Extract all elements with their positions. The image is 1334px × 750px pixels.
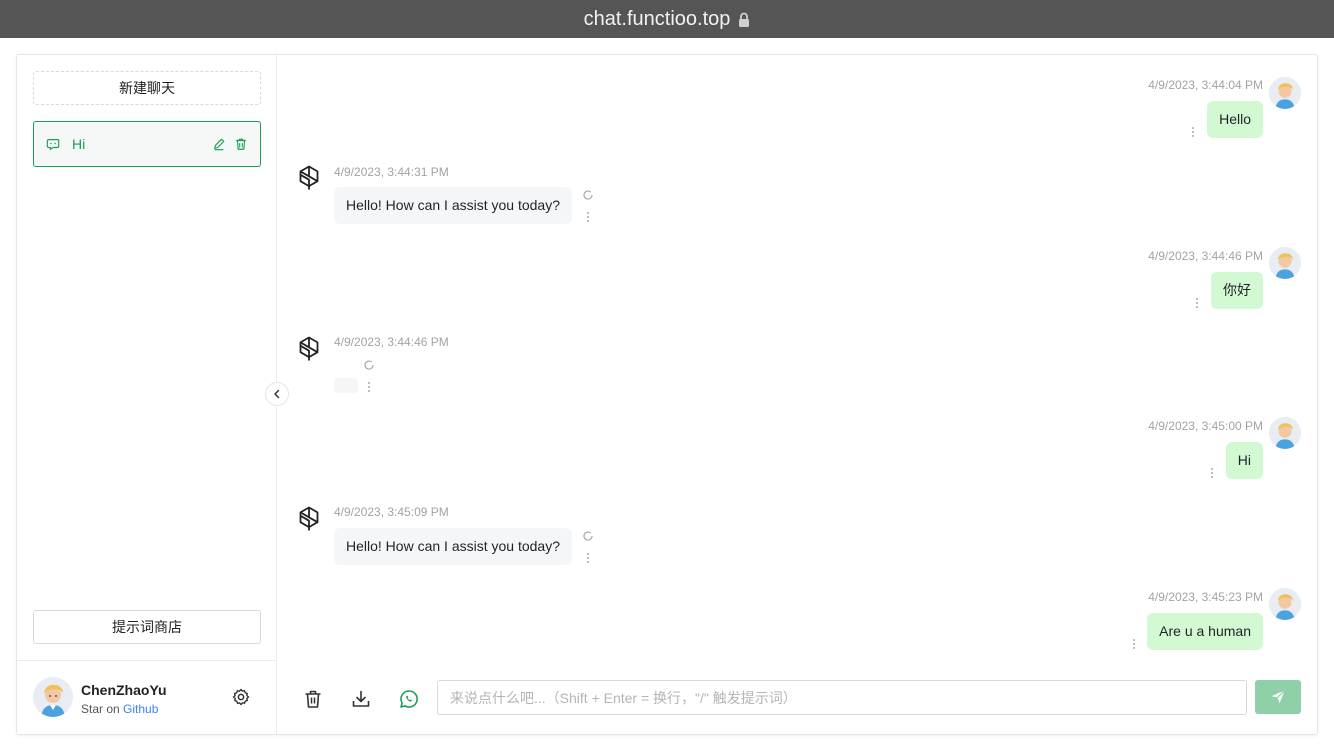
message-bubble: Hello bbox=[1207, 101, 1263, 138]
new-chat-button[interactable]: 新建聊天 bbox=[33, 71, 261, 105]
message-bubble: Are u a human bbox=[1147, 613, 1263, 650]
message-timestamp: 4/9/2023, 3:44:31 PM bbox=[334, 165, 449, 179]
message-timestamp: 4/9/2023, 3:44:46 PM bbox=[1148, 249, 1263, 263]
message-timestamp: 4/9/2023, 3:45:00 PM bbox=[1148, 419, 1263, 433]
browser-url: chat.functioo.top bbox=[583, 7, 731, 30]
message-bubble: Hi bbox=[1225, 442, 1263, 479]
message-bubble: Hello! How can I assist you today? bbox=[334, 187, 572, 224]
message-user: Hello bbox=[1207, 101, 1263, 138]
user-avatar bbox=[1269, 417, 1301, 449]
more-vertical-icon[interactable] bbox=[1132, 638, 1136, 650]
gear-icon[interactable] bbox=[231, 687, 251, 707]
collapse-sidebar-button[interactable] bbox=[265, 382, 289, 406]
user-name: ChenZhaoYu bbox=[81, 682, 167, 698]
chevron-left-icon bbox=[274, 389, 280, 399]
chat-app-window: 新建聊天 Hi 提示词商店 ChenZhaoYu Star on Github … bbox=[16, 54, 1318, 735]
message-timestamp: 4/9/2023, 3:45:09 PM bbox=[334, 505, 449, 519]
more-vertical-icon[interactable] bbox=[586, 552, 590, 564]
user-subtitle: Star on Github bbox=[81, 702, 158, 716]
send-icon bbox=[1271, 690, 1285, 704]
download-icon[interactable] bbox=[350, 688, 372, 710]
chat-input-bar bbox=[277, 672, 1317, 734]
openai-logo-icon bbox=[299, 336, 319, 361]
message-icon bbox=[46, 139, 60, 151]
avatar-illustration bbox=[33, 677, 73, 717]
refresh-icon[interactable] bbox=[582, 189, 594, 201]
openai-logo-icon bbox=[299, 165, 319, 190]
chat-main: 4/9/2023, 3:44:04 PM Hello 4/9/2023, 3:4… bbox=[277, 55, 1317, 734]
message-bubble: Hello! How can I assist you today? bbox=[334, 528, 572, 565]
github-link[interactable]: Github bbox=[123, 702, 158, 716]
message-timestamp: 4/9/2023, 3:45:23 PM bbox=[1148, 590, 1263, 604]
more-vertical-icon[interactable] bbox=[367, 381, 371, 393]
refresh-icon[interactable] bbox=[363, 359, 375, 371]
browser-address-bar: chat.functioo.top bbox=[0, 0, 1334, 38]
more-vertical-icon[interactable] bbox=[586, 211, 590, 223]
message-timestamp: 4/9/2023, 3:44:46 PM bbox=[334, 335, 449, 349]
message-bubble: 你好 bbox=[1211, 272, 1263, 309]
more-vertical-icon[interactable] bbox=[1195, 297, 1199, 309]
user-avatar bbox=[1269, 588, 1301, 620]
refresh-icon[interactable] bbox=[582, 530, 594, 542]
chat-message-input[interactable] bbox=[437, 680, 1247, 715]
openai-logo-icon bbox=[299, 506, 319, 531]
user-subtitle-prefix: Star on bbox=[81, 702, 120, 716]
message-user: Are u a human bbox=[1147, 613, 1263, 650]
sidebar: 新建聊天 Hi 提示词商店 ChenZhaoYu Star on Github bbox=[17, 55, 277, 734]
edit-icon[interactable] bbox=[212, 137, 226, 151]
lock-icon bbox=[739, 12, 750, 27]
sidebar-footer: ChenZhaoYu Star on Github bbox=[17, 660, 277, 734]
message-user: Hi bbox=[1225, 442, 1263, 479]
user-avatar bbox=[1269, 247, 1301, 279]
more-vertical-icon[interactable] bbox=[1191, 126, 1195, 138]
more-vertical-icon[interactable] bbox=[1210, 467, 1214, 479]
send-button[interactable] bbox=[1255, 680, 1301, 714]
message-assistant: Hello! How can I assist you today? bbox=[334, 528, 572, 565]
message-assistant: Hello! How can I assist you today? bbox=[334, 187, 572, 224]
trash-icon[interactable] bbox=[302, 688, 324, 710]
whatsapp-icon[interactable] bbox=[398, 688, 420, 710]
sidebar-chat-item[interactable]: Hi bbox=[33, 121, 261, 167]
message-user: 你好 bbox=[1211, 272, 1263, 309]
prompt-store-button[interactable]: 提示词商店 bbox=[33, 610, 261, 644]
message-timestamp: 4/9/2023, 3:44:04 PM bbox=[1148, 78, 1263, 92]
trash-icon[interactable] bbox=[234, 137, 248, 151]
user-avatar bbox=[1269, 77, 1301, 109]
message-assistant-empty bbox=[334, 378, 358, 393]
chat-item-title: Hi bbox=[72, 136, 86, 152]
user-avatar[interactable] bbox=[33, 677, 73, 717]
